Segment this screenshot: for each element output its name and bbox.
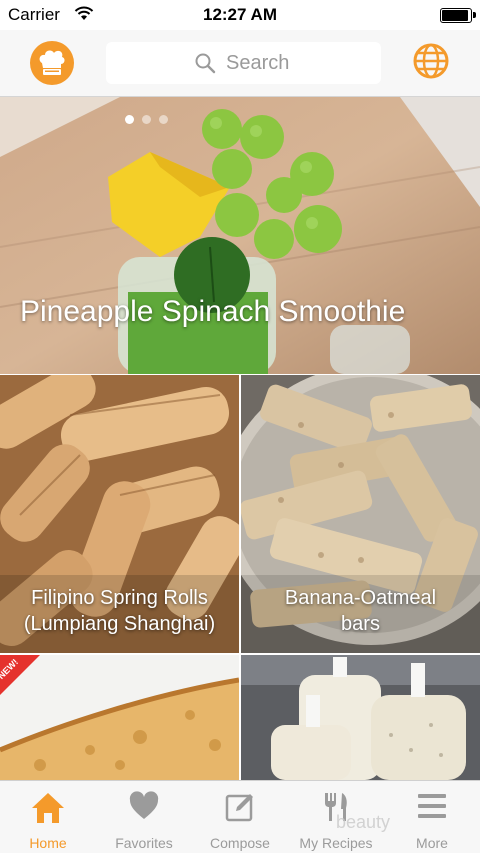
watermark-text: beauty: [336, 812, 391, 832]
featured-recipe-title: Pineapple Spinach Smoothie: [20, 295, 406, 328]
recipe-card-new[interactable]: NEW!: [0, 655, 239, 780]
page-indicator: [125, 111, 176, 129]
tab-favorites[interactable]: Favorites: [96, 781, 192, 853]
dressing-photo: [241, 655, 480, 780]
recipe-title-line: Banana-Oatmeal: [284, 587, 437, 609]
search-input[interactable]: Search: [106, 42, 381, 84]
recipe-card-dressing[interactable]: [241, 655, 480, 780]
status-bar: Carrier 12:27 AM: [0, 0, 480, 30]
globe-icon[interactable]: [412, 42, 450, 80]
tab-more[interactable]: More: [384, 781, 480, 853]
tab-bar: Home Favorites Compose My Recipes More: [0, 780, 480, 853]
tab-label: My Recipes: [299, 835, 373, 851]
tab-label: Compose: [210, 835, 270, 851]
heart-icon: [129, 791, 159, 819]
featured-recipe-banner[interactable]: Pineapple Spinach Smoothie: [0, 97, 480, 374]
chef-hat-icon[interactable]: [30, 41, 74, 85]
smoothie-photo: [0, 97, 480, 374]
status-time: 12:27 AM: [202, 5, 277, 24]
battery-icon: [440, 8, 476, 23]
tab-label: More: [416, 835, 448, 851]
battery-fill: [442, 10, 468, 21]
recipe-title-banana-oatmeal: Banana-Oatmeal bars: [241, 585, 480, 637]
recipe-title-line: (Lumpiang Shanghai): [23, 613, 216, 635]
compose-icon: [225, 794, 253, 822]
recipe-card-spring-rolls[interactable]: Filipino Spring Rolls (Lumpiang Shanghai…: [0, 375, 239, 653]
search-placeholder: Search: [226, 52, 290, 74]
tab-label: Favorites: [115, 835, 173, 851]
menu-icon: [418, 794, 446, 818]
home-icon: [32, 793, 64, 823]
tab-home[interactable]: Home: [0, 781, 96, 853]
page-dot: [159, 115, 168, 124]
recipe-title-line: Filipino Spring Rolls: [31, 587, 208, 609]
recipe-title-line: bars: [341, 613, 380, 635]
tab-label: Home: [29, 835, 67, 851]
search-icon: [195, 53, 216, 74]
recipe-card-banana-oatmeal-bars[interactable]: Banana-Oatmeal bars: [241, 375, 480, 653]
recipe-title-spring-rolls: Filipino Spring Rolls (Lumpiang Shanghai…: [0, 585, 239, 637]
page-dot: [142, 115, 151, 124]
crepe-photo: [0, 655, 239, 780]
tab-compose[interactable]: Compose: [192, 781, 288, 853]
nav-bar: Search: [0, 30, 480, 97]
page-dot: [125, 115, 134, 124]
